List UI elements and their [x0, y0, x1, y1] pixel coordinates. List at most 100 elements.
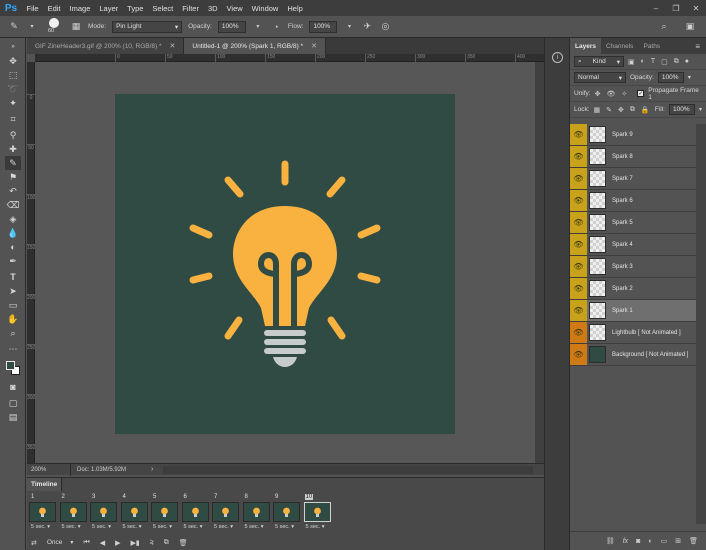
filter-toggle-icon[interactable]: ● [685, 58, 689, 66]
path-selection-tool-icon[interactable]: ➤ [5, 284, 21, 298]
timeline-frame[interactable]: 1 5 sec. ▾ [29, 494, 57, 532]
timeline-frame[interactable]: 6 5 sec. ▾ [181, 494, 210, 532]
mode-select[interactable]: Pin Light ▾ [112, 20, 183, 33]
layer-row[interactable]: 👁 Spark 2 [570, 278, 696, 300]
menu-type[interactable]: Type [123, 4, 148, 13]
unify-style-icon[interactable]: ✧ [621, 90, 627, 98]
document-canvas[interactable] [115, 94, 455, 434]
flow-field[interactable]: 100% [309, 20, 338, 33]
frame-delay[interactable]: 5 sec. ▾ [31, 524, 50, 530]
visibility-eye-icon[interactable]: 👁 [570, 344, 587, 365]
blend-mode-select[interactable]: Normal ▾ [574, 72, 626, 83]
lock-artboard-icon[interactable]: ⧉ [630, 106, 635, 114]
panel-menu-icon[interactable]: ≡ [695, 42, 706, 51]
pen-tool-icon[interactable]: ✒ [5, 254, 21, 268]
menu-select[interactable]: Select [148, 4, 178, 13]
kind-filter-select[interactable]: ⌕ Kind ▾ [574, 56, 624, 67]
frame-delay[interactable]: 5 sec. ▾ [275, 524, 294, 530]
visibility-eye-icon[interactable]: 👁 [570, 322, 587, 343]
tab-channels[interactable]: Channels [601, 38, 638, 54]
search-icon[interactable]: ⌕ [658, 21, 670, 33]
pressure-opacity-icon[interactable]: ◔ [270, 21, 282, 33]
frame-thumbnail[interactable] [151, 502, 178, 522]
canvas-area[interactable] [35, 62, 535, 463]
layer-opacity-field[interactable]: 100% [657, 72, 684, 83]
frame-icon[interactable]: ▤ [5, 410, 21, 424]
visibility-eye-icon[interactable]: 👁 [570, 168, 587, 189]
crop-tool-icon[interactable]: ⌗ [5, 112, 21, 126]
tween-icon[interactable]: ⥸ [150, 539, 154, 547]
menu-help[interactable]: Help [283, 4, 307, 13]
frame-delay[interactable]: 5 sec. ▾ [123, 524, 142, 530]
frame-thumbnail[interactable] [59, 502, 87, 522]
eraser-tool-icon[interactable]: ⌫ [5, 198, 21, 212]
layer-row[interactable]: 👁 Spark 4 [570, 234, 696, 256]
brush-panel-icon[interactable]: ▦ [70, 21, 82, 33]
play-icon[interactable]: ▶ [115, 539, 120, 547]
visibility-eye-icon[interactable]: 👁 [570, 256, 587, 277]
layer-row[interactable]: 👁 Spark 9 [570, 124, 696, 146]
frame-thumbnail[interactable] [273, 502, 300, 522]
move-tool-icon[interactable]: ✥ [5, 54, 21, 68]
type-filter-icon[interactable]: T [651, 58, 655, 66]
foreground-color-swatch[interactable] [6, 361, 15, 370]
frame-thumbnail[interactable] [242, 502, 270, 522]
first-frame-icon[interactable]: ⏮ [83, 539, 89, 547]
zoom-tool-icon[interactable]: ⌕ [5, 326, 21, 340]
smart-object-filter-icon[interactable]: ⧉ [674, 58, 679, 66]
visibility-eye-icon[interactable]: 👁 [570, 190, 587, 211]
magic-wand-tool-icon[interactable]: ✦ [5, 96, 21, 110]
tab-layers[interactable]: Layers [570, 38, 601, 54]
layer-row[interactable]: 👁 Spark 8 [570, 146, 696, 168]
loop-select[interactable]: Once ▾ [47, 539, 74, 546]
previous-frame-icon[interactable]: ◀ [100, 539, 105, 547]
timeline-frame[interactable]: 3 5 sec. ▾ [90, 494, 118, 532]
dodge-tool-icon[interactable]: ◐ [5, 240, 21, 254]
frame-thumbnail[interactable] [181, 502, 209, 522]
chevron-right-icon[interactable]: › [151, 466, 153, 473]
fill-field[interactable]: 100% [668, 104, 695, 115]
frame-delay[interactable]: 5 sec. ▾ [184, 524, 203, 530]
color-swatches[interactable] [5, 360, 21, 376]
frame-thumbnail[interactable] [120, 502, 148, 522]
timeline-frame[interactable]: 2 5 sec. ▾ [59, 494, 88, 532]
lock-pixels-icon[interactable]: ✎ [606, 106, 612, 114]
doc-tab-gif[interactable]: GIF ZineHeader3.gif @ 200% (10, RGB/8) *… [27, 38, 185, 54]
chevron-down-icon[interactable]: ▾ [343, 21, 355, 33]
layer-style-icon[interactable]: fx [623, 538, 628, 545]
delete-layer-icon[interactable]: 🗑 [689, 537, 698, 545]
new-group-icon[interactable]: ▭ [661, 537, 668, 545]
more-tools-icon[interactable]: ⋯ [5, 342, 21, 356]
link-layers-icon[interactable]: ⛓ [606, 537, 615, 545]
adjustment-layer-icon[interactable]: ◐ [648, 538, 652, 545]
paint-bucket-tool-icon[interactable]: ◈ [5, 212, 21, 226]
frame-delay[interactable]: 5 sec. ▾ [62, 524, 81, 530]
frame-delay[interactable]: 5 sec. ▾ [306, 524, 325, 530]
shape-filter-icon[interactable]: ▢ [661, 58, 668, 66]
propagate-checkbox[interactable]: ✓ [637, 90, 645, 97]
visibility-eye-icon[interactable]: 👁 [570, 212, 587, 233]
layer-row[interactable]: 👁 Spark 3 [570, 256, 696, 278]
frame-delay[interactable]: 5 sec. ▾ [92, 524, 111, 530]
timeline-tab[interactable]: Timeline [27, 478, 63, 491]
close-icon[interactable]: ✕ [311, 42, 317, 50]
history-brush-tool-icon[interactable]: ↶ [5, 184, 21, 198]
visibility-eye-icon[interactable]: 👁 [570, 146, 587, 167]
pixel-filter-icon[interactable]: ▣ [628, 58, 635, 66]
menu-file[interactable]: File [22, 4, 43, 13]
brush-tool-icon[interactable]: ✎ [5, 156, 21, 170]
menu-view[interactable]: View [222, 4, 247, 13]
info-icon[interactable]: i [552, 52, 563, 63]
timeline-frame[interactable]: 8 5 sec. ▾ [242, 494, 271, 532]
airbrush-icon[interactable]: ✈ [361, 21, 373, 33]
close-icon[interactable]: ✕ [170, 42, 176, 50]
menu-edit[interactable]: Edit [43, 4, 65, 13]
timeline-frame[interactable]: 4 5 sec. ▾ [120, 494, 149, 532]
quick-mask-icon[interactable]: ◙ [5, 380, 21, 394]
toolbox-collapse-icon[interactable]: » [5, 40, 21, 54]
hand-tool-icon[interactable]: ✋ [5, 312, 21, 326]
zoom-level[interactable]: 200% [27, 463, 71, 476]
menu-layer[interactable]: Layer [95, 4, 123, 13]
doc-tab-untitled[interactable]: Untitled-1 @ 200% (Spark 1, RGB/8) * ✕ [184, 38, 326, 54]
new-layer-icon[interactable]: ⊞ [675, 537, 681, 545]
